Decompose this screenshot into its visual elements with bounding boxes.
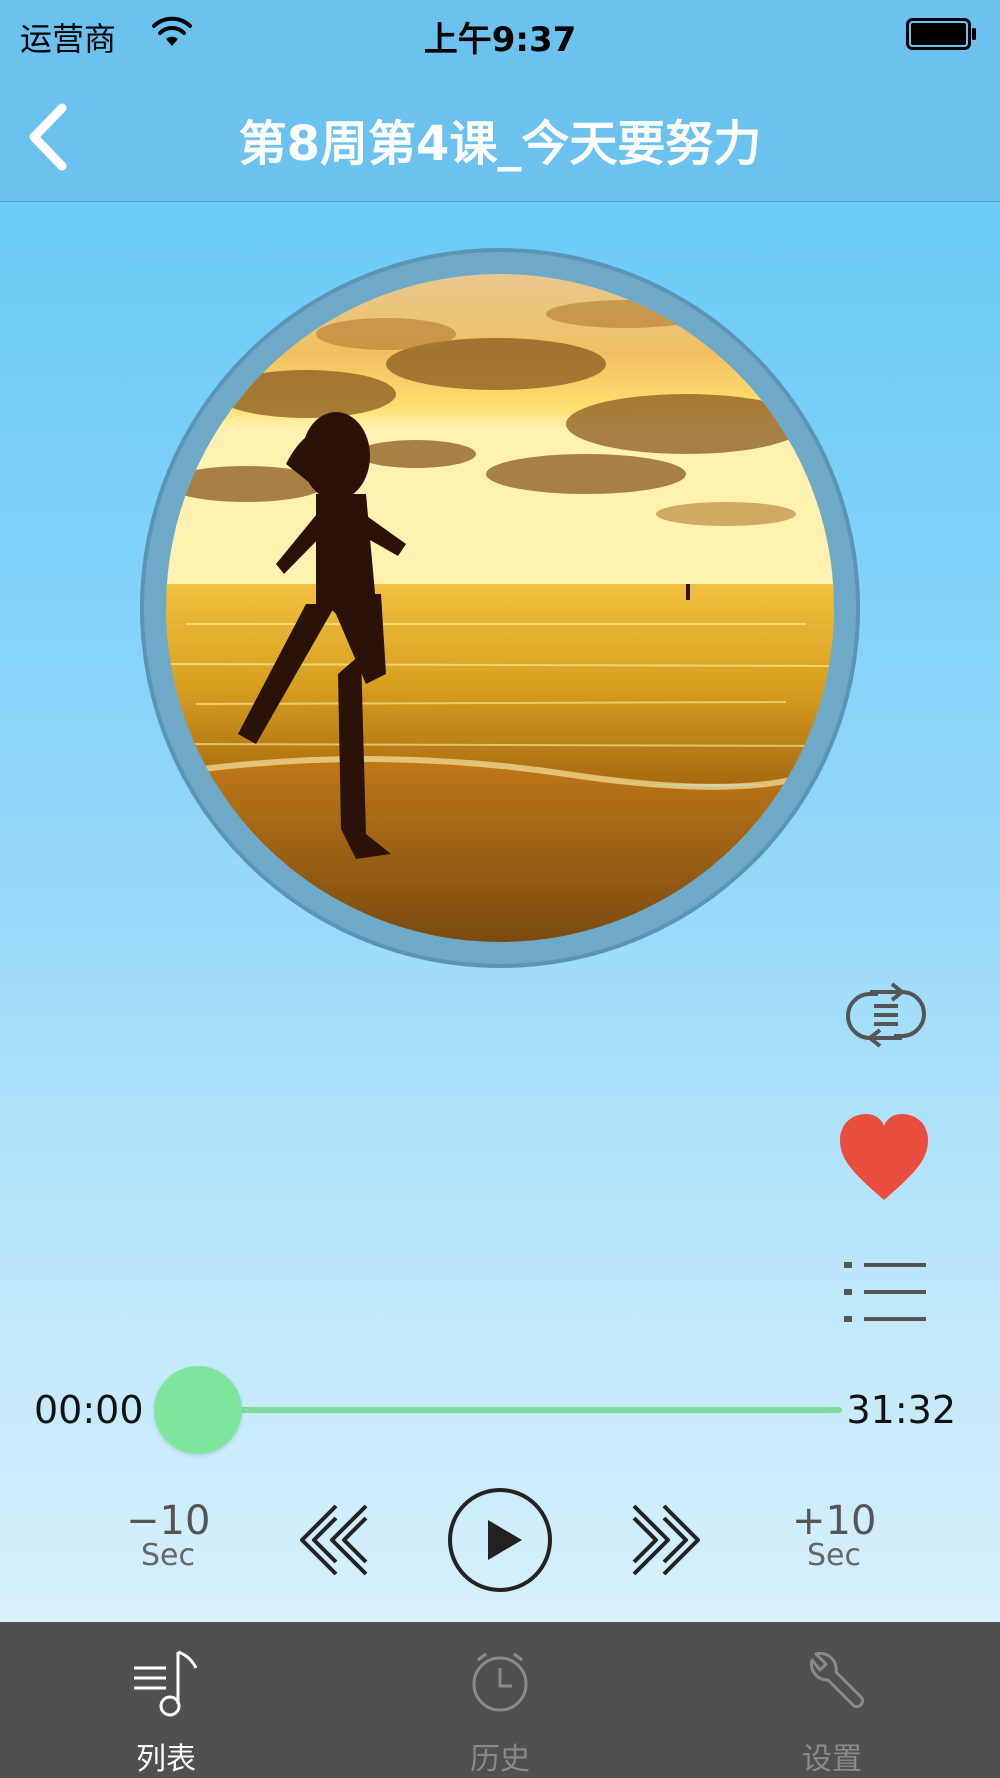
battery-icon bbox=[906, 18, 976, 50]
tab-label-history: 历史 bbox=[470, 1742, 530, 1777]
skip-back-unit: Sec bbox=[141, 1538, 195, 1573]
playback-mode-icon[interactable] bbox=[836, 980, 936, 1050]
skip-forward-unit: Sec bbox=[807, 1538, 861, 1573]
skip-forward-amount: +10 bbox=[792, 1498, 877, 1544]
fast-forward-icon[interactable] bbox=[628, 1500, 704, 1580]
album-art bbox=[166, 274, 834, 942]
total-time: 31:32 bbox=[846, 1388, 956, 1432]
wrench-icon bbox=[810, 1651, 865, 1709]
tab-label-settings: 设置 bbox=[802, 1742, 862, 1777]
favorite-heart-icon[interactable] bbox=[836, 1112, 932, 1204]
progress-thumb[interactable] bbox=[154, 1366, 242, 1454]
play-button-icon[interactable] bbox=[446, 1486, 554, 1594]
clock-icon bbox=[472, 1652, 528, 1712]
current-time: 00:00 bbox=[34, 1388, 144, 1432]
rewind-icon[interactable] bbox=[296, 1500, 372, 1580]
navigation-bar: 第8周第4课_今天要努力 bbox=[0, 70, 1000, 202]
tab-history[interactable]: 历史 bbox=[400, 1622, 600, 1778]
tab-bar: 列表 历史 设置 bbox=[0, 1622, 1000, 1778]
skip-back-amount: −10 bbox=[126, 1498, 211, 1544]
tab-list[interactable]: 列表 bbox=[66, 1622, 266, 1778]
progress-track[interactable] bbox=[160, 1407, 842, 1413]
tab-label-list: 列表 bbox=[136, 1742, 196, 1777]
player-screen: 运营商 上午9:37 第8周第4课_今天要努力 00:00 31:32 −10 … bbox=[0, 0, 1000, 1778]
music-list-icon bbox=[134, 1650, 198, 1717]
skip-back-10-button[interactable]: −10 Sec bbox=[126, 1498, 211, 1573]
lesson-title: 第8周第4课_今天要努力 bbox=[238, 116, 762, 172]
runner-on-beach-image bbox=[166, 274, 834, 942]
playlist-icon[interactable] bbox=[842, 1260, 928, 1326]
skip-forward-10-button[interactable]: +10 Sec bbox=[792, 1498, 877, 1573]
status-time: 上午9:37 bbox=[423, 20, 577, 60]
tab-settings[interactable]: 设置 bbox=[732, 1622, 932, 1778]
status-bar: 运营商 上午9:37 bbox=[0, 0, 1000, 70]
